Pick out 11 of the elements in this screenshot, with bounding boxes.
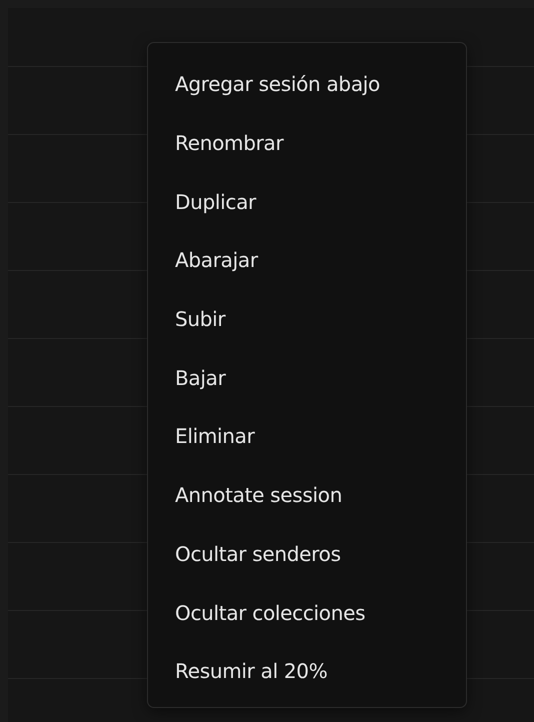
- menu-item[interactable]: Agregar sesión abajo: [148, 55, 466, 114]
- menu-item[interactable]: Duplicar: [148, 172, 466, 232]
- menu-item[interactable]: Resumir al 20%: [148, 642, 466, 701]
- menu-item[interactable]: Eliminar: [148, 407, 466, 466]
- menu-item[interactable]: Bajar: [148, 348, 466, 408]
- menu-item[interactable]: Ocultar colecciones: [148, 583, 466, 642]
- menu-item[interactable]: Ocultar senderos: [148, 524, 466, 584]
- menu-item[interactable]: Abarajar: [148, 231, 466, 290]
- menu-item[interactable]: Subir: [148, 290, 466, 348]
- menu-item[interactable]: Renombrar: [148, 114, 466, 172]
- menu-item[interactable]: Annotate session: [148, 466, 466, 524]
